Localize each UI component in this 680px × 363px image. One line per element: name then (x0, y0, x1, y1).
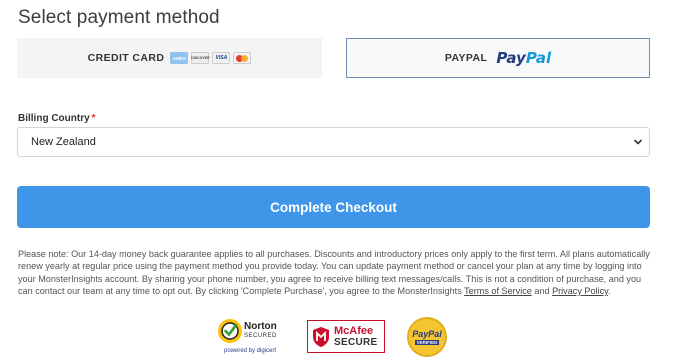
purchase-note: Please note: Our 14-day money back guara… (18, 249, 650, 296)
amex-icon: AMEX (170, 52, 189, 64)
chevron-down-icon (634, 139, 642, 145)
billing-country-label: Billing Country * (18, 113, 96, 124)
complete-checkout-button[interactable]: Complete Checkout (17, 186, 650, 228)
norton-check-icon (218, 319, 242, 343)
credit-card-label: CREDIT CARD (87, 52, 165, 64)
paypal-logo-icon: PayPal (496, 49, 552, 67)
paypal-verified-badge: PayPal VERIFIED (407, 317, 447, 357)
selected-country: New Zealand (31, 136, 96, 148)
paypal-label: PAYPAL (444, 52, 488, 64)
mcafee-shield-icon (313, 326, 329, 347)
visa-icon: VISA (212, 52, 231, 64)
mcafee-secure-badge: McAfee SECURE (307, 320, 385, 353)
card-logos: AMEX DISCOVER VISA (170, 52, 252, 64)
discover-icon: DISCOVER (191, 52, 210, 64)
norton-secured-badge: Norton SECURED powered by digicert (218, 319, 284, 359)
credit-card-option[interactable]: CREDIT CARD AMEX DISCOVER VISA (17, 38, 322, 78)
paypal-option[interactable]: PAYPAL PayPal (346, 38, 650, 78)
privacy-policy-link[interactable]: Privacy Policy (552, 286, 608, 296)
terms-of-service-link[interactable]: Terms of Service (464, 286, 532, 296)
page-title: Select payment method (18, 7, 220, 28)
billing-country-select[interactable]: New Zealand (17, 127, 650, 157)
mastercard-icon (233, 52, 252, 64)
required-marker: * (91, 113, 96, 124)
